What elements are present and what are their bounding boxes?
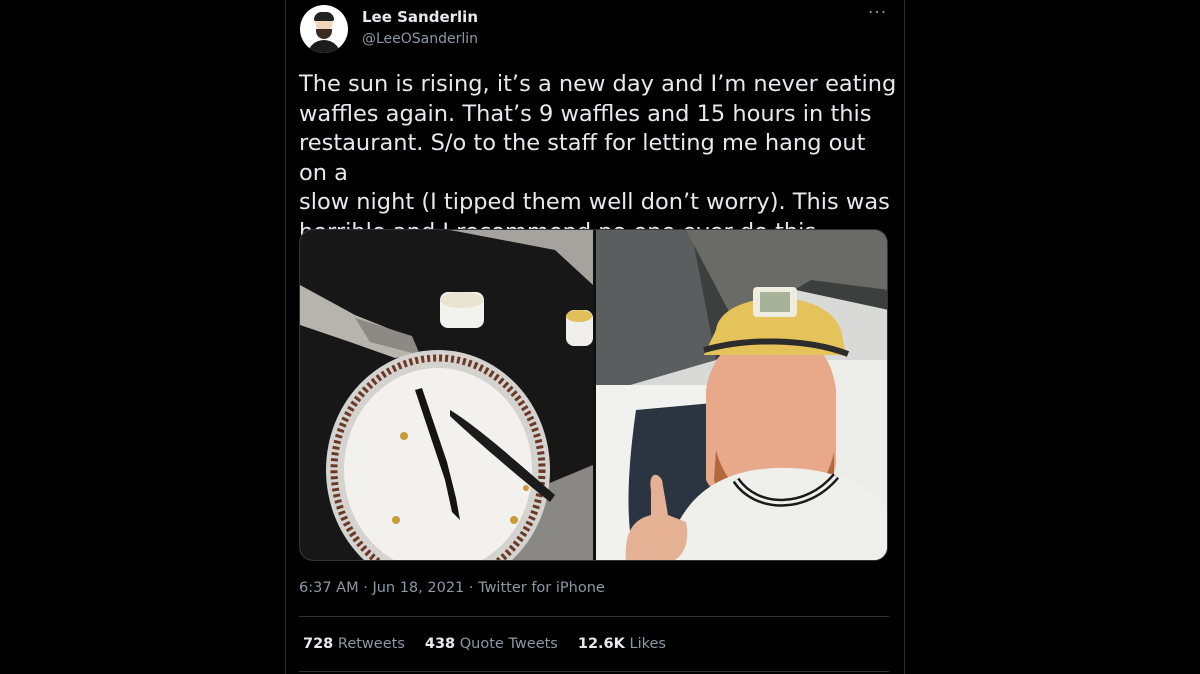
divider [299, 616, 889, 617]
divider [299, 671, 889, 672]
avatar-shirt [307, 40, 341, 53]
retweets-label: Retweets [337, 636, 405, 652]
photo-empty-plate[interactable] [300, 230, 593, 560]
more-horizontal-icon[interactable]: ··· [868, 3, 887, 23]
likes-label: Likes [629, 636, 666, 652]
retweets-stat[interactable]: 728 Retweets [303, 636, 405, 652]
tweet-source[interactable]: Twitter for iPhone [478, 580, 605, 596]
avatar-hair [314, 12, 334, 21]
tweet-meta: 6:37 AM · Jun 18, 2021 · Twitter for iPh… [299, 580, 605, 596]
photo-selfie-thumbs-up[interactable] [596, 230, 887, 560]
tweet-text: The sun is rising, it’s a new day and I’… [299, 71, 897, 245]
tweet-date[interactable]: Jun 18, 2021 [372, 580, 464, 596]
author-handle[interactable]: @LeeOSanderlin [362, 31, 478, 47]
avatar[interactable] [300, 5, 348, 53]
tweet-card: Lee Sanderlin @LeeOSanderlin ··· The sun… [285, 0, 905, 674]
tweet-media[interactable] [299, 229, 888, 561]
quote-tweets-label: Quote Tweets [459, 636, 558, 652]
avatar-beard [316, 29, 332, 39]
quote-tweets-count: 438 [424, 636, 456, 652]
likes-stat[interactable]: 12.6K Likes [578, 636, 666, 652]
meta-separator: · [363, 580, 368, 596]
tweet-time[interactable]: 6:37 AM [299, 580, 359, 596]
retweets-count: 728 [303, 636, 334, 652]
quote-tweets-stat[interactable]: 438 Quote Tweets [425, 636, 558, 652]
engagement-stats: 728 Retweets 438 Quote Tweets 12.6K Like… [303, 636, 666, 652]
author-name[interactable]: Lee Sanderlin [362, 8, 478, 26]
likes-count: 12.6K [577, 636, 625, 652]
meta-separator: · [468, 580, 474, 596]
